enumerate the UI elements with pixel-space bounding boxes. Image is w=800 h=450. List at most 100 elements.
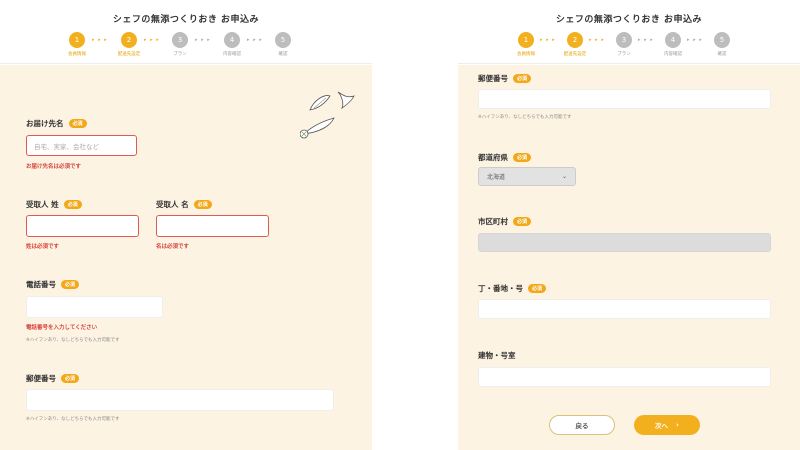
step-2: 2 配送先設定 (564, 32, 586, 57)
street-label-text: 丁・番地・号 (478, 284, 523, 293)
step-1-label: 会員情報 (517, 52, 535, 57)
header: シェフの無添つくりおき お申込み 1 会員情報 ▸ ▸ ▸ 2 配送先設定 ▸ … (458, 0, 800, 64)
step-5-circle: 5 (714, 32, 730, 48)
step-4: 4 内容確認 (223, 32, 241, 57)
phone-hint: ※ハイフンあり、なしどちらでも入力可能です (26, 338, 120, 343)
delivery-name-label: お届け先名 必須 (26, 118, 87, 129)
step-3: 3 プラン (172, 32, 188, 57)
step-3-circle: 3 (172, 32, 188, 48)
prefecture-select[interactable]: 北海道 ⌄ (478, 167, 576, 186)
step-5-label: 確認 (717, 52, 727, 57)
step-1: 1 会員情報 (68, 32, 86, 57)
postal-label: 郵便番号 必須 (478, 73, 532, 84)
prefecture-label: 都道府県 必須 (478, 152, 532, 163)
step-1-circle: 1 (518, 32, 534, 48)
step-arrows: ▸ ▸ ▸ (540, 37, 556, 43)
step-4: 4 内容確認 (664, 32, 682, 57)
bird-illustration-icon (300, 91, 355, 139)
phone-label: 電話番号 必須 (26, 279, 80, 290)
step-arrows: ▸ ▸ ▸ (247, 37, 263, 43)
required-badge: 必須 (528, 284, 547, 293)
postal-input[interactable] (478, 89, 771, 109)
required-badge: 必須 (68, 119, 87, 128)
building-label: 建物・号室 (478, 350, 516, 361)
step-3-label: プラン (173, 52, 187, 57)
step-indicator: 1 会員情報 ▸ ▸ ▸ 2 配送先設定 ▸ ▸ ▸ 3 プラン ▸ ▸ ▸ 4… (0, 32, 372, 60)
step-3-label: プラン (617, 52, 631, 57)
next-button-label: 次へ (655, 422, 669, 430)
required-badge: 必須 (61, 280, 80, 289)
step-arrows: ▸ ▸ ▸ (638, 37, 654, 43)
building-input[interactable] (478, 367, 771, 387)
step-2-circle: 2 (567, 32, 583, 48)
step-4-label: 内容確認 (664, 52, 682, 57)
step-4-circle: 4 (665, 32, 681, 48)
back-button[interactable]: 戻る (549, 415, 615, 435)
first-name-label-text: 受取人 名 (156, 200, 189, 209)
step-3-circle: 3 (616, 32, 632, 48)
last-name-input[interactable] (26, 215, 139, 237)
chevron-down-icon: ⌄ (561, 173, 567, 180)
postal-input[interactable] (26, 389, 334, 411)
step-arrows: ▸ ▸ ▸ (589, 37, 605, 43)
step-arrows: ▸ ▸ ▸ (195, 37, 211, 43)
step-5-label: 確認 (278, 52, 288, 57)
required-badge: 必須 (63, 200, 82, 209)
phone-label-text: 電話番号 (26, 280, 56, 289)
header: シェフの無添つくりおき お申込み 1 会員情報 ▸ ▸ ▸ 2 配送先設定 ▸ … (0, 0, 372, 64)
first-name-label: 受取人 名 必須 (156, 199, 212, 210)
city-input (478, 233, 771, 252)
step-arrows: ▸ ▸ ▸ (144, 37, 160, 43)
left-panel: シェフの無添つくりおき お申込み 1 会員情報 ▸ ▸ ▸ 2 配送先設定 ▸ … (0, 0, 372, 450)
prefecture-select-value: 北海道 (487, 174, 506, 181)
step-5: 5 確認 (275, 32, 291, 57)
step-2: 2 配送先設定 (118, 32, 140, 57)
page-title: シェフの無添つくりおき お申込み (112, 15, 260, 25)
step-arrows: ▸ ▸ ▸ (687, 37, 703, 43)
form-area: 郵便番号 必須 ※ハイフンあり、なしどちらでも入力可能です 都道府県 必須 北海… (458, 65, 800, 450)
delivery-name-input[interactable]: 自宅、実家、会社など (26, 135, 137, 156)
page-title: シェフの無添つくりおき お申込み (555, 15, 703, 25)
delivery-name-label-text: お届け先名 (26, 119, 64, 128)
step-2-label: 配送先設定 (117, 52, 141, 57)
step-4-label: 内容確認 (223, 52, 241, 57)
right-panel: シェフの無添つくりおき お申込み 1 会員情報 ▸ ▸ ▸ 2 配送先設定 ▸ … (458, 0, 800, 450)
prefecture-label-text: 都道府県 (478, 153, 508, 162)
step-5-circle: 5 (275, 32, 291, 48)
street-label: 丁・番地・号 必須 (478, 283, 547, 294)
postal-label-text: 郵便番号 (478, 74, 508, 83)
city-label: 市区町村 必須 (478, 216, 532, 227)
postal-hint: ※ハイフンあり、なしどちらでも入力可能です (478, 115, 572, 120)
last-name-label: 受取人 姓 必須 (26, 199, 82, 210)
required-badge: 必須 (513, 217, 532, 226)
next-button[interactable]: 次へ › (634, 415, 700, 435)
required-badge: 必須 (193, 200, 212, 209)
step-3: 3 プラン (616, 32, 632, 57)
step-arrows: ▸ ▸ ▸ (92, 37, 108, 43)
postal-label: 郵便番号 必須 (26, 373, 80, 384)
step-indicator: 1 会員情報 ▸ ▸ ▸ 2 配送先設定 ▸ ▸ ▸ 3 プラン ▸ ▸ ▸ 4… (458, 32, 800, 60)
postal-hint: ※ハイフンあり、なしどちらでも入力可能です (26, 417, 120, 422)
step-5: 5 確認 (714, 32, 730, 57)
chevron-right-icon: › (676, 421, 679, 429)
required-badge: 必須 (513, 153, 532, 162)
postal-label-text: 郵便番号 (26, 374, 56, 383)
phone-error: 電話番号を入力してください (26, 325, 98, 331)
step-2-circle: 2 (121, 32, 137, 48)
street-input[interactable] (478, 299, 771, 319)
form-area: お届け先名 必須 自宅、実家、会社など お届け先名は必須です 受取人 姓 必須 … (0, 65, 372, 450)
step-4-circle: 4 (224, 32, 240, 48)
building-label-text: 建物・号室 (478, 351, 516, 360)
city-label-text: 市区町村 (478, 217, 508, 226)
first-name-error: 名は必須です (156, 244, 190, 250)
step-1-circle: 1 (69, 32, 85, 48)
phone-input[interactable] (26, 296, 163, 318)
last-name-label-text: 受取人 姓 (26, 200, 59, 209)
first-name-input[interactable] (156, 215, 269, 237)
delivery-name-error: お届け先名は必須です (26, 164, 82, 170)
step-2-label: 配送先設定 (563, 52, 587, 57)
step-1-label: 会員情報 (68, 52, 86, 57)
step-1: 1 会員情報 (517, 32, 535, 57)
last-name-error: 姓は必須です (26, 244, 60, 250)
required-badge: 必須 (513, 74, 532, 83)
